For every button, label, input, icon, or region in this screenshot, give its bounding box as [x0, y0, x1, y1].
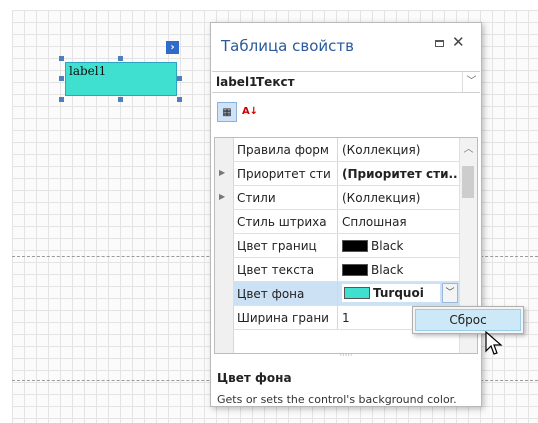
property-row[interactable]: Цвет границ Black — [233, 234, 459, 258]
object-type: Текст — [256, 75, 295, 89]
categorized-view-icon[interactable]: ▦ — [217, 102, 237, 122]
property-name: Стили — [237, 191, 276, 205]
column-divider — [337, 138, 338, 161]
panel-title: Таблица свойств — [221, 37, 354, 55]
property-row[interactable]: Стиль штриха Сплошная — [233, 210, 459, 234]
object-selector[interactable]: label1 Текст ﹀ — [212, 71, 480, 93]
color-value: Black — [371, 263, 404, 277]
column-divider — [337, 282, 338, 305]
expand-arrow-icon[interactable]: ▶ — [219, 168, 225, 177]
column-divider — [337, 162, 338, 185]
scroll-up-icon[interactable]: ︿ — [460, 140, 477, 155]
property-value: Black — [342, 239, 458, 253]
alphabetical-sort-icon[interactable]: A↓ — [240, 102, 260, 122]
resize-handle[interactable] — [59, 76, 64, 81]
property-name: Цвет границ — [237, 239, 317, 253]
column-divider — [337, 258, 338, 281]
pin-icon[interactable] — [435, 40, 444, 47]
property-row-selected[interactable]: Цвет фона Turquoi ﹀ — [233, 282, 459, 306]
reset-menu-item[interactable]: Сброс — [415, 309, 521, 331]
property-name: Ширина грани — [237, 311, 329, 325]
column-divider — [337, 234, 338, 257]
property-name: Стиль штриха — [237, 215, 327, 229]
resize-handle[interactable] — [118, 56, 123, 61]
property-value: (Приоритет сти... — [342, 167, 458, 181]
column-divider — [337, 306, 338, 329]
chevron-down-icon[interactable]: ﹀ — [462, 72, 480, 92]
object-name: label1 — [216, 75, 258, 89]
property-name: Правила форм — [237, 143, 329, 157]
description-text: Gets or sets the control's background co… — [217, 393, 457, 406]
close-icon[interactable]: ✕ — [452, 33, 465, 51]
property-row[interactable]: ▶ Стили (Коллекция) — [219, 186, 459, 210]
property-value: Сплошная — [342, 215, 407, 229]
smart-tag-icon[interactable]: › — [166, 41, 179, 54]
description-splitter[interactable]: ····· — [214, 352, 478, 360]
property-name: Приоритет сти — [237, 167, 331, 181]
chevron-down-icon[interactable]: ﹀ — [442, 283, 458, 303]
property-row[interactable]: Цвет текста Black — [233, 258, 459, 282]
property-value-editor[interactable]: Turquoi — [342, 284, 440, 302]
property-value: Black — [342, 263, 458, 277]
resize-handle[interactable] — [59, 56, 64, 61]
column-divider — [337, 210, 338, 233]
color-value: Black — [371, 239, 404, 253]
resize-handle[interactable] — [177, 97, 182, 102]
resize-handle[interactable] — [177, 76, 182, 81]
resize-handle[interactable] — [59, 97, 64, 102]
property-value: (Коллекция) — [342, 143, 421, 157]
color-swatch — [342, 264, 368, 276]
context-popup: Сброс — [412, 306, 524, 334]
expand-arrow-icon[interactable]: ▶ — [219, 192, 225, 201]
column-divider — [337, 186, 338, 209]
mouse-cursor-icon — [485, 331, 503, 355]
property-name: Цвет текста — [237, 263, 315, 277]
label-control[interactable]: label1 — [65, 62, 177, 96]
property-grid-panel: Таблица свойств ✕ label1 Текст ﹀ ▦ A↓ Пр… — [210, 22, 482, 407]
description-title: Цвет фона — [217, 371, 292, 385]
property-row[interactable]: Правила форм (Коллекция) — [233, 138, 459, 162]
color-value: Turquoi — [373, 286, 424, 300]
color-swatch — [344, 287, 370, 299]
property-name: Цвет фона — [237, 287, 305, 301]
scroll-thumb[interactable] — [462, 166, 474, 198]
resize-handle[interactable] — [118, 97, 123, 102]
property-value: (Коллекция) — [342, 191, 421, 205]
color-swatch — [342, 240, 368, 252]
property-row[interactable]: ▶ Приоритет сти (Приоритет сти... — [219, 162, 459, 186]
